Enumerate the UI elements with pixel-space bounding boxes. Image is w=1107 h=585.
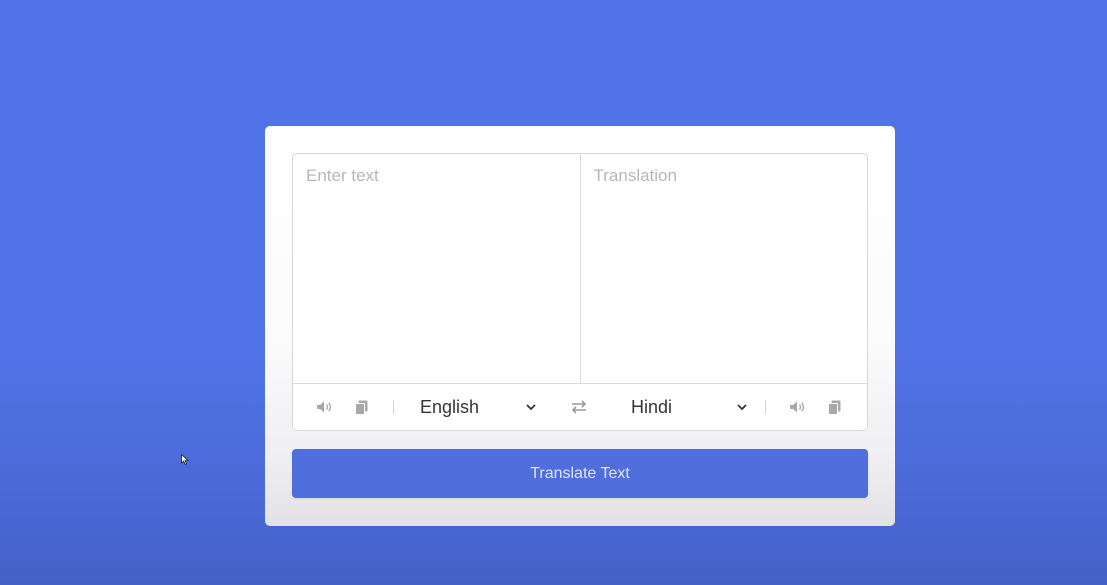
translation-wrapper: English Hindi [292,153,868,431]
from-language-select[interactable]: English [420,397,536,418]
from-language-label: English [420,396,480,417]
mouse-cursor-icon [181,454,189,465]
exchange-icon[interactable] [569,397,589,417]
source-text-input[interactable] [293,154,580,383]
translation-output[interactable] [579,154,867,383]
to-copy-icon[interactable] [825,397,845,417]
from-speaker-icon[interactable] [315,397,335,417]
translate-button[interactable]: Translate Text [292,449,868,498]
divider [393,400,394,414]
translator-card: English Hindi [265,126,895,526]
to-speaker-icon[interactable] [788,397,808,417]
chevron-down-icon [526,398,536,416]
divider [765,400,766,414]
text-input-area [293,154,867,384]
from-copy-icon[interactable] [352,397,372,417]
controls-bar: English Hindi [293,384,867,430]
chevron-down-icon [737,398,747,416]
to-language-label: Hindi [631,396,673,417]
to-language-select[interactable]: Hindi [631,397,747,418]
